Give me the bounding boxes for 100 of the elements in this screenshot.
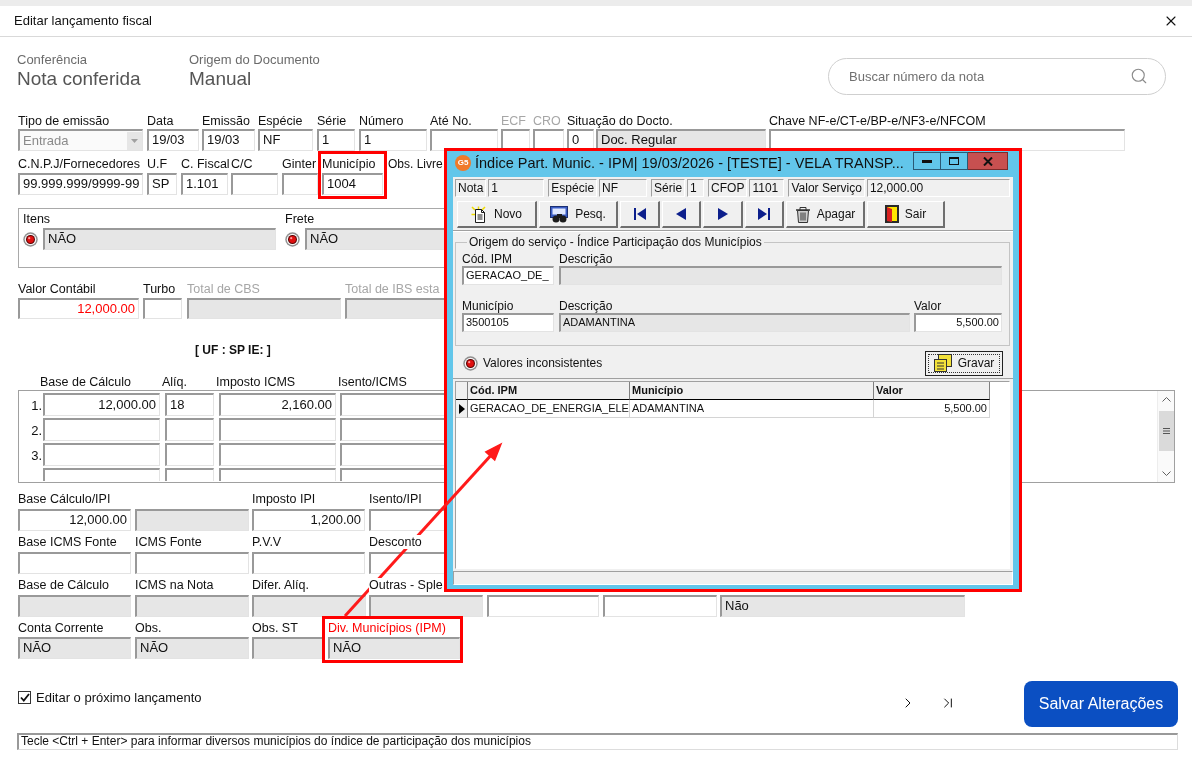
maximize-button[interactable]	[941, 152, 968, 170]
previous-button[interactable]	[662, 201, 701, 228]
input-field[interactable]	[231, 173, 278, 195]
table-cell[interactable]	[219, 418, 336, 441]
input-field[interactable]: 1,200.00	[252, 509, 365, 531]
summary-label: Valor Serviço	[788, 179, 865, 197]
field-label: Base de Cálculo	[18, 578, 110, 592]
table-cell[interactable]	[340, 418, 446, 441]
row-header-cell[interactable]	[456, 400, 468, 418]
exit-button[interactable]: Sair	[867, 201, 945, 228]
close-button[interactable]	[968, 152, 1008, 170]
next-button[interactable]	[703, 201, 743, 228]
table-cell: GERACAO_DE_ENERGIA_ELE	[468, 400, 630, 418]
input-field[interactable]: NÃO	[43, 228, 276, 250]
minimize-icon	[922, 159, 932, 163]
input-field[interactable]	[603, 595, 717, 617]
scrollbar[interactable]	[1157, 391, 1174, 482]
status-led-icon	[285, 231, 300, 247]
table-cell[interactable]	[219, 443, 336, 466]
field-label: CRO	[533, 114, 561, 128]
new-button[interactable]: Novo	[457, 201, 537, 228]
input-field[interactable]	[369, 509, 446, 531]
table-cell[interactable]: 18	[165, 393, 214, 416]
search-button[interactable]: Pesq.	[539, 201, 618, 228]
save-button[interactable]: Salvar Alterações	[1024, 681, 1178, 727]
input-field[interactable]: 3500105	[462, 313, 554, 332]
table-cell[interactable]: 12,000.00	[43, 393, 160, 416]
maximize-icon	[949, 157, 959, 165]
input-field[interactable]: SP	[147, 173, 177, 195]
table-cell[interactable]	[43, 418, 160, 441]
minimize-button[interactable]	[913, 152, 941, 170]
input-field[interactable]: 1	[317, 129, 355, 151]
table-cell: ADAMANTINA	[630, 400, 874, 418]
input-field[interactable]: 12,000.00	[18, 509, 131, 531]
input-field[interactable]	[252, 552, 365, 574]
table-cell[interactable]	[165, 468, 214, 481]
input-field[interactable]: GERACAO_DE_	[462, 266, 554, 285]
input-field[interactable]	[18, 595, 131, 617]
input-field[interactable]: NÃO	[135, 637, 249, 659]
input-field[interactable]	[769, 129, 1125, 151]
scroll-thumb[interactable]	[1158, 411, 1174, 451]
input-field[interactable]: 5,500.00	[914, 313, 1002, 332]
summary-label: Série	[651, 179, 686, 197]
input-field[interactable]	[252, 637, 325, 659]
input-field[interactable]: 19/03	[202, 129, 255, 151]
input-field[interactable]: 1004	[322, 173, 383, 195]
checkbox[interactable]	[18, 691, 31, 705]
input-field[interactable]	[369, 552, 446, 574]
input-field[interactable]: 1	[359, 129, 427, 151]
input-field[interactable]	[143, 298, 182, 319]
table-cell[interactable]	[165, 443, 214, 466]
input-field[interactable]	[559, 266, 1002, 285]
input-field[interactable]: NÃO	[305, 228, 445, 250]
input-field[interactable]	[135, 595, 249, 617]
column-header[interactable]: Município	[630, 382, 874, 400]
input-field[interactable]	[252, 595, 366, 617]
input-field[interactable]	[135, 552, 249, 574]
first-button[interactable]	[620, 201, 660, 228]
input-field[interactable]: 19/03	[147, 129, 199, 151]
input-field[interactable]	[369, 595, 483, 617]
table-cell[interactable]	[165, 418, 214, 441]
table-cell[interactable]: 2,160.00	[219, 393, 336, 416]
input-field[interactable]: NÃO	[328, 637, 460, 659]
input-field[interactable]: 12,000.00	[18, 298, 139, 319]
field-label: C. Fiscal	[181, 157, 230, 171]
save-button[interactable]: Gravar	[925, 350, 1003, 376]
input-field[interactable]: 1.101	[181, 173, 228, 195]
info-label: Conferência	[17, 52, 88, 67]
input-field[interactable]: 0	[567, 129, 594, 151]
input-field[interactable]: ADAMANTINA	[559, 313, 910, 332]
input-field[interactable]: Não	[720, 595, 965, 617]
info-label: Origem do Documento	[189, 52, 320, 67]
column-header[interactable]: Cód. IPM	[468, 382, 630, 400]
field-label: C/C	[231, 157, 253, 171]
last-button[interactable]	[745, 201, 784, 228]
table-cell[interactable]	[219, 468, 336, 481]
status-led-icon	[463, 355, 478, 371]
field-label: Base ICMS Fonte	[18, 535, 117, 549]
input-field[interactable]: 99.999.999/9999-99	[18, 173, 143, 195]
field-label: Imposto IPI	[252, 492, 316, 506]
input-field[interactable]: NF	[258, 129, 313, 151]
trash-icon	[794, 205, 811, 223]
table-cell[interactable]	[340, 443, 446, 466]
input-field[interactable]: Doc. Regular	[596, 129, 766, 151]
input-field[interactable]	[135, 509, 249, 531]
column-header[interactable]: Valor	[874, 382, 990, 400]
field-label: Cód. IPM	[462, 252, 512, 266]
table-cell[interactable]	[43, 443, 160, 466]
table-cell[interactable]	[43, 468, 160, 481]
input-field[interactable]	[18, 552, 131, 574]
search-field[interactable]: Buscar número da nota	[828, 58, 1166, 95]
input-field[interactable]	[282, 173, 318, 195]
delete-button[interactable]: Apagar	[786, 201, 865, 228]
summary-value: 1101	[749, 179, 785, 197]
table-cell[interactable]	[340, 468, 446, 481]
input-field[interactable]: NÃO	[18, 637, 131, 659]
table-cell[interactable]	[340, 393, 446, 416]
input-field[interactable]	[430, 129, 498, 151]
input-field[interactable]	[487, 595, 599, 617]
column-header: Alíq.	[162, 375, 187, 389]
